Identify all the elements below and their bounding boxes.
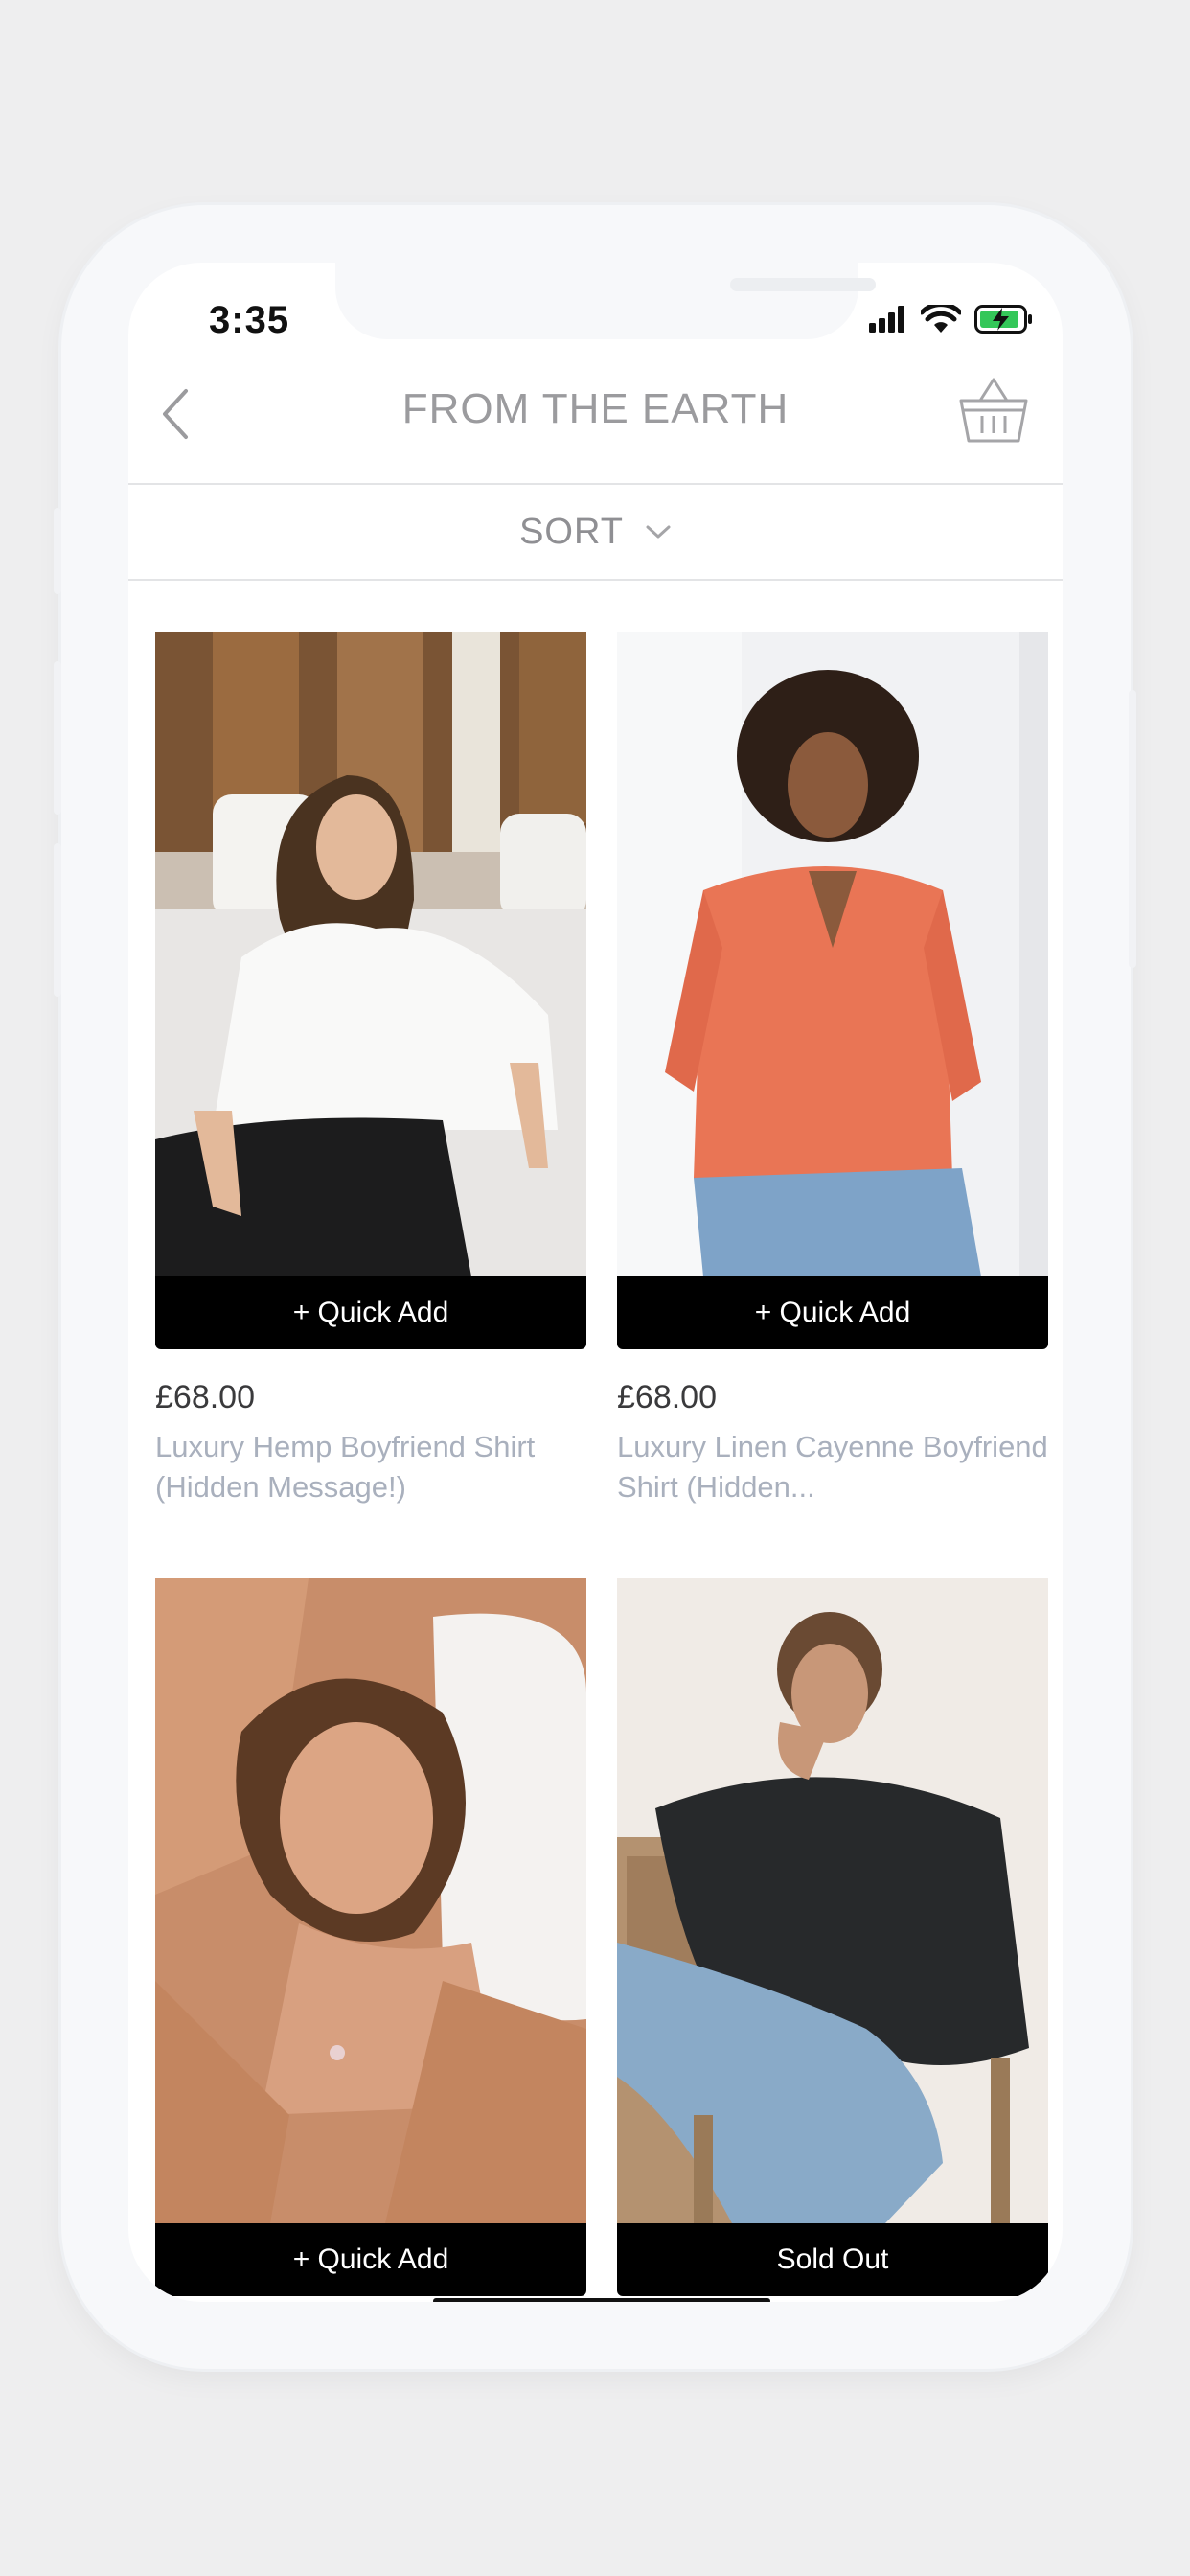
product-name[interactable]: Luxury Hemp Boyfriend Shirt (Hidden Mess…: [155, 1427, 586, 1507]
status-icons: [869, 305, 1034, 334]
battery-charging-icon: [974, 305, 1032, 334]
wifi-icon: [921, 305, 961, 333]
quick-add-button[interactable]: + Quick Add: [155, 1276, 586, 1349]
product-image[interactable]: [155, 1578, 586, 2223]
product-image[interactable]: [617, 1578, 1048, 2223]
quick-add-button[interactable]: + Quick Add: [617, 1276, 1048, 1349]
notch: [335, 263, 876, 339]
page-title: FROM THE EARTH: [401, 385, 790, 432]
sort-button[interactable]: SORT: [128, 485, 1063, 581]
basket-icon[interactable]: [957, 374, 1030, 447]
app-screen: 3:35 FROM THE EARTH SORT + Quick Add £68…: [128, 263, 1063, 2302]
home-indicator: [433, 2298, 770, 2302]
chevron-down-icon: [646, 525, 671, 539]
product-image[interactable]: [155, 632, 586, 1276]
quick-add-button[interactable]: + Quick Add: [155, 2223, 586, 2296]
sold-out-label: Sold Out: [617, 2223, 1048, 2296]
product-price: £68.00: [155, 1379, 255, 1415]
phone-side-button: [1129, 690, 1136, 968]
phone-side-button: [54, 661, 61, 815]
sort-label: SORT: [519, 511, 624, 552]
speaker: [730, 278, 876, 291]
phone-side-button: [54, 508, 61, 594]
product-name[interactable]: Luxury Linen Cayenne Boyfriend Shirt (Hi…: [617, 1427, 1048, 1507]
top-nav-bar: FROM THE EARTH: [128, 339, 1063, 485]
signal-icon: [869, 306, 904, 333]
product-price: £68.00: [617, 1379, 717, 1415]
phone-side-button: [54, 843, 61, 997]
status-time: 3:35: [209, 299, 290, 341]
product-image[interactable]: [617, 632, 1048, 1276]
